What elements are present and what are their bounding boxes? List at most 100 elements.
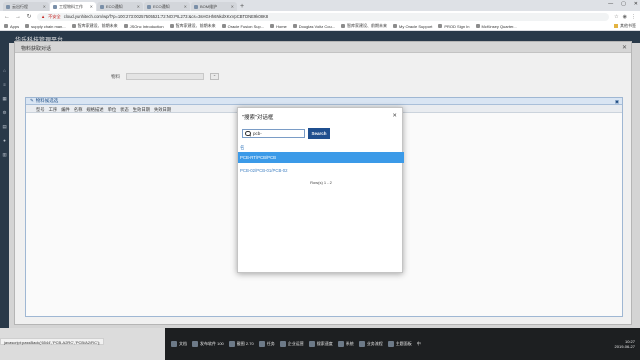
- folder-icon: [614, 24, 618, 28]
- bookmark-item[interactable]: supply chain man...: [25, 23, 66, 29]
- close-icon[interactable]: ✕: [622, 44, 627, 51]
- taskbar-item[interactable]: 企业运营: [279, 341, 304, 347]
- bookmark-item[interactable]: My Oracle Support: [393, 24, 432, 29]
- system-clock[interactable]: 10:27 2019-06-27: [615, 339, 640, 349]
- ime-indicator[interactable]: 中: [417, 341, 421, 347]
- result-row[interactable]: PCB-RT/PCB/PCB: [238, 152, 404, 163]
- bookmark-item[interactable]: PROD Sign In: [438, 24, 470, 29]
- bookmark-label: Apps: [10, 23, 20, 29]
- taskbar-item[interactable]: 主题面板: [387, 341, 412, 347]
- close-icon[interactable]: ✕: [184, 4, 187, 9]
- bookmark-label: Douglas Voltz Cou...: [298, 23, 336, 29]
- clock-date: 2019-06-27: [614, 344, 635, 349]
- bookmark-item[interactable]: JSOnc Introduction: [123, 24, 164, 29]
- app-icon: [279, 341, 286, 347]
- close-icon[interactable]: ✕: [43, 4, 46, 9]
- close-icon[interactable]: ✕: [137, 4, 140, 9]
- column-header[interactable]: 型号: [36, 107, 45, 112]
- extensions: ☆ ◉ ⋮: [614, 14, 636, 20]
- security-label[interactable]: 不安全: [48, 14, 61, 20]
- bookmark-icon: [438, 24, 443, 28]
- bookmark-item[interactable]: McKinsey Quarter...: [475, 23, 517, 29]
- other-bookmarks[interactable]: 其他书签: [614, 23, 636, 29]
- grid-title: 物料候选选: [35, 98, 59, 103]
- warning-icon[interactable]: ▲: [41, 14, 45, 19]
- browser-tab[interactable]: ECO通知 ✕: [144, 2, 190, 11]
- column-header[interactable]: 规格描述: [86, 107, 103, 112]
- taskbar-item[interactable]: 业务流程: [358, 341, 383, 347]
- extension-icon[interactable]: ◉: [623, 14, 627, 20]
- taskbar-item[interactable]: 任务: [258, 341, 275, 347]
- column-header[interactable]: 编件: [61, 107, 70, 112]
- material-field-label: 物料: [111, 73, 120, 79]
- column-header[interactable]: 单位: [108, 107, 117, 112]
- refresh-icon[interactable]: ▣: [615, 99, 619, 105]
- bookmark-icon: [341, 24, 346, 28]
- bookmark-item[interactable]: Douglas Voltz Cou...: [292, 23, 336, 29]
- bookmark-item[interactable]: Home: [270, 24, 287, 29]
- taskbar: 文档 发布软件 100 截图 2.70 任务 企业运营 搜索速度 系统 业务流程…: [165, 328, 640, 360]
- taskbar-item[interactable]: 截图 2.70: [228, 341, 254, 347]
- star-icon[interactable]: ☆: [614, 14, 618, 20]
- taskbar-item[interactable]: 发布软件 100: [192, 341, 224, 347]
- bookmark-icon: [169, 24, 174, 28]
- bookmark-label: McKinsey Quarter...: [481, 23, 517, 29]
- browser-tab[interactable]: ECO通知 ✕: [97, 2, 143, 11]
- edit-icon: ✎: [30, 98, 34, 103]
- bookmark-icon: [270, 24, 275, 28]
- result-row[interactable]: PCB-02/PCB-01/PCB-02: [238, 165, 404, 176]
- bookmark-label: supply chain man...: [31, 23, 66, 29]
- forward-icon[interactable]: →: [15, 14, 21, 20]
- browser-tab-bar: 云出行程 ✕ 工程物料工作 ✕ ECO通知 ✕ ECO通知 ✕ BOM维护 ✕ + — ▢…: [0, 0, 640, 11]
- material-field[interactable]: [126, 73, 204, 80]
- tab-favicon-icon: [100, 4, 104, 9]
- app-icon: [171, 341, 177, 347]
- menu-icon[interactable]: ⋮: [631, 14, 636, 20]
- search-box[interactable]: [242, 129, 305, 138]
- close-window-icon[interactable]: ✕: [634, 1, 638, 7]
- search-row: Search: [242, 128, 330, 139]
- taskbar-item[interactable]: 搜索速度: [308, 341, 333, 347]
- column-header[interactable]: 工序: [49, 107, 58, 112]
- bookmark-icon: [475, 24, 480, 28]
- search-dialog-title: "搜索"对话框: [242, 115, 274, 121]
- back-icon[interactable]: ←: [4, 14, 10, 20]
- browser-tab[interactable]: BOM维护 ✕: [191, 2, 237, 11]
- lookup-button[interactable]: ⌃: [210, 73, 219, 80]
- column-header[interactable]: 状态: [120, 107, 129, 112]
- tab-label: BOM维护: [200, 3, 218, 9]
- pagination: Row(s) 1 - 2: [310, 180, 332, 185]
- close-icon[interactable]: ✕: [231, 4, 234, 9]
- bookmark-item[interactable]: Apps: [4, 24, 19, 29]
- bookmark-icon: [25, 24, 30, 28]
- window-controls: — ▢ ✕: [608, 1, 638, 7]
- address-bar: ← → ↻ ▲ 不安全 cloud.yunhitech.com/wp/f?p=1…: [0, 11, 640, 22]
- bookmark-item[interactable]: Oracle Fusion Sup...: [221, 24, 264, 29]
- app-icon: [258, 341, 265, 347]
- bookmark-item[interactable]: 智库家建设、前期未来: [71, 23, 118, 29]
- tab-favicon-icon: [6, 4, 10, 9]
- close-icon[interactable]: ✕: [90, 4, 93, 9]
- reload-icon[interactable]: ↻: [26, 13, 32, 20]
- bookmarks-bar: Apps supply chain man... 智库家建设、前期未来 JSOn…: [0, 22, 640, 31]
- browser-tab-active[interactable]: 工程物料工作 ✕: [50, 2, 96, 11]
- url-input[interactable]: ▲ 不安全 cloud.yunhitech.com/wp/f?p=100:273…: [37, 12, 610, 21]
- tab-label: 云出行程: [12, 3, 28, 9]
- bookmark-item[interactable]: 智库家建设、前期未来: [341, 23, 387, 29]
- browser-tab[interactable]: 云出行程 ✕: [3, 2, 49, 11]
- close-icon[interactable]: ✕: [392, 113, 397, 119]
- minimize-icon[interactable]: —: [608, 1, 613, 7]
- column-header[interactable]: 生效日期: [133, 107, 150, 112]
- taskbar-item[interactable]: 系统: [337, 341, 354, 347]
- column-header[interactable]: 失效日期: [154, 107, 171, 112]
- bookmark-item[interactable]: 智库家建设、前期未来: [169, 23, 216, 29]
- search-input[interactable]: [253, 130, 305, 137]
- material-dialog-title: 物料获取对话: [15, 42, 631, 53]
- tab-favicon-icon: [147, 4, 151, 9]
- taskbar-item[interactable]: 文档: [171, 341, 187, 347]
- column-header[interactable]: 名称: [74, 107, 83, 112]
- maximize-icon[interactable]: ▢: [621, 1, 626, 7]
- search-button[interactable]: Search: [308, 128, 330, 139]
- bookmark-icon: [71, 24, 76, 28]
- new-tab-icon[interactable]: +: [240, 2, 244, 11]
